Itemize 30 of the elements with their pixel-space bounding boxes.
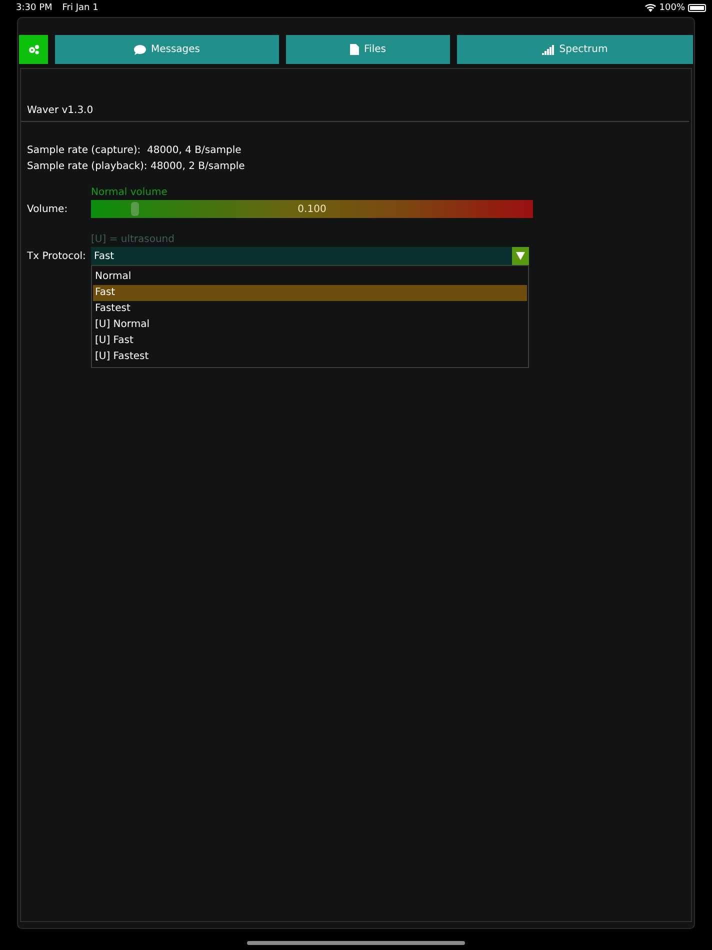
dropdown-option[interactable]: [U] Fast	[93, 333, 527, 349]
volume-hint: Normal volume	[91, 186, 168, 200]
info-text: Sample rate (capture): 48000, 4 B/sample	[27, 144, 242, 158]
protocol-hint: [U] = ultrasound	[91, 233, 176, 247]
document-icon	[350, 44, 360, 55]
dropdown-option[interactable]: [U] Normal	[93, 317, 527, 333]
speech-bubble-icon	[134, 44, 146, 54]
battery-percent: 100%	[659, 3, 685, 13]
signal-bars-icon	[542, 44, 554, 54]
wifi-icon	[645, 4, 656, 12]
dropdown-option[interactable]: Normal	[93, 269, 527, 285]
app-version-title: Waver v1.3.0	[27, 105, 94, 118]
volume-slider-track[interactable]: 0.100	[91, 200, 533, 218]
protocol-dropdown[interactable]: Fast	[91, 247, 529, 265]
dropdown-arrow-icon	[516, 252, 525, 260]
slider-thumb[interactable]	[131, 202, 140, 216]
status-date: Fri Jan 1	[62, 3, 98, 13]
protocol-label: Tx Protocol:	[27, 250, 87, 262]
settings-tab[interactable]	[19, 35, 48, 64]
tab[interactable]: Spectrum	[457, 35, 693, 64]
dropdown-option[interactable]: Fastest	[93, 301, 527, 317]
dropdown-option[interactable]: [U] Fastest	[93, 349, 527, 365]
tab[interactable]: Files	[286, 35, 450, 64]
battery-icon	[688, 4, 706, 12]
status-time: 3:30 PM	[16, 3, 52, 13]
tab[interactable]: Messages	[55, 35, 279, 64]
dropdown-option[interactable]: Fast	[93, 285, 527, 301]
volume-label: Volume:	[27, 204, 69, 214]
volume-reading: 0.100	[298, 204, 326, 214]
info-text: Sample rate (playback): 48000, 2 B/sample	[27, 160, 246, 174]
